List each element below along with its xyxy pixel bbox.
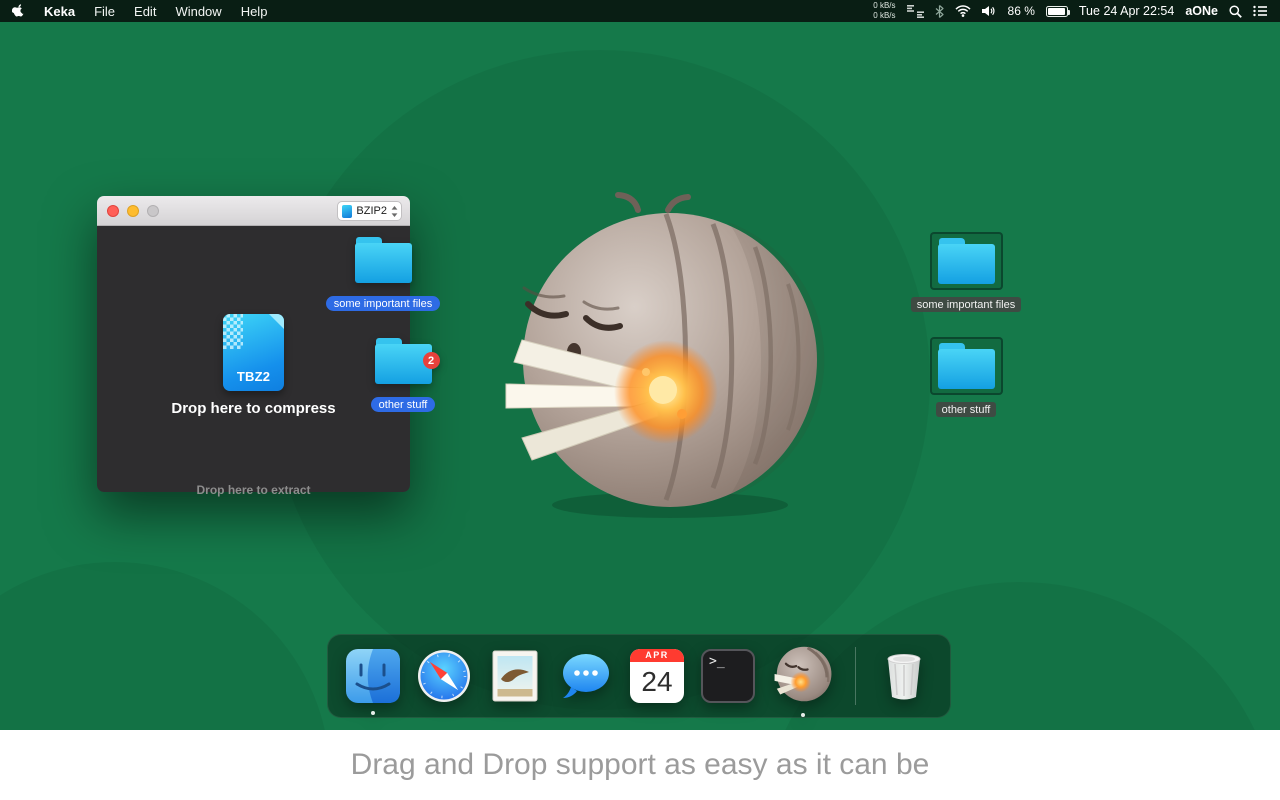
dock: APR 24 >_ [327, 634, 951, 718]
running-indicator [371, 711, 375, 715]
dock-messages-icon[interactable] [557, 647, 615, 705]
dragged-folder-other-stuff[interactable]: 2 other stuff [338, 338, 468, 412]
running-indicator [801, 713, 805, 717]
dock-safari-icon[interactable] [415, 647, 473, 705]
notification-center-icon[interactable] [1253, 5, 1268, 17]
format-select[interactable]: BZIP2 [337, 201, 402, 221]
network-graph-icon[interactable] [906, 4, 924, 18]
folder-icon [937, 238, 995, 284]
battery-percent: 86 % [1007, 4, 1035, 18]
menu-file[interactable]: File [94, 4, 115, 19]
minimize-button[interactable] [127, 205, 139, 217]
dock-separator [855, 647, 856, 705]
calendar-day: 24 [641, 666, 673, 697]
app-menu-keka[interactable]: Keka [44, 4, 75, 19]
background-circle [0, 562, 330, 730]
menu-window[interactable]: Window [175, 4, 221, 19]
dragged-folder-some-important-files[interactable]: some important files [318, 237, 448, 311]
bluetooth-icon[interactable] [935, 4, 944, 18]
folder-label: other stuff [935, 402, 997, 417]
desktop-screen: Keka File Edit Window Help 0 kB/s 0 kB/s [0, 0, 1280, 800]
volume-icon[interactable] [981, 5, 997, 17]
tbz2-file-type-label: TBZ2 [236, 369, 271, 384]
desktop-background: BZIP2 TBZ2 Drop here to compress Drop he… [0, 22, 1280, 730]
dock-keka-icon[interactable] [770, 641, 836, 717]
zoom-button [147, 205, 159, 217]
menu-edit[interactable]: Edit [134, 4, 156, 19]
selection-box [929, 232, 1003, 290]
network-speed-readout: 0 kB/s 0 kB/s [873, 1, 895, 21]
network-down-speed: 0 kB/s [873, 11, 896, 20]
wifi-icon[interactable] [954, 5, 971, 17]
selection-box [929, 337, 1003, 395]
menu-bar-user[interactable]: aONe [1185, 4, 1218, 18]
menu-help[interactable]: Help [241, 4, 268, 19]
caption-bar: Drag and Drop support as easy as it can … [0, 730, 1280, 800]
terminal-prompt-glyph: >_ [709, 654, 725, 669]
desktop-folder-other-stuff[interactable]: other stuff [904, 337, 1028, 417]
folder-label: some important files [910, 297, 1022, 312]
folder-icon [937, 343, 995, 389]
dock-trash-icon[interactable] [875, 647, 933, 705]
calendar-month: APR [630, 649, 684, 662]
dock-terminal-icon[interactable]: >_ [699, 647, 757, 705]
desktop-folder-some-important-files[interactable]: some important files [904, 232, 1028, 312]
drag-count-badge: 2 [422, 352, 440, 369]
tbz2-file-icon: TBZ2 [223, 314, 284, 391]
dock-mail-icon[interactable] [486, 647, 544, 705]
window-title-bar[interactable]: BZIP2 [97, 196, 410, 226]
close-button[interactable] [107, 205, 119, 217]
battery-icon [1045, 5, 1070, 17]
spotlight-search-icon[interactable] [1229, 4, 1242, 18]
drag-label: some important files [325, 296, 441, 311]
drag-label: other stuff [370, 397, 436, 412]
dock-calendar-icon[interactable]: APR 24 [628, 647, 686, 705]
network-up-speed: 0 kB/s [873, 1, 896, 10]
drop-to-extract-text: Drop here to extract [196, 483, 311, 497]
format-file-icon [342, 204, 353, 218]
apple-menu-icon[interactable] [12, 3, 25, 19]
format-select-value: BZIP2 [356, 205, 387, 217]
caption-text: Drag and Drop support as easy as it can … [350, 748, 930, 781]
folder-icon: 2 [374, 338, 440, 384]
chevron-up-down-icon [391, 205, 398, 217]
menu-bar: Keka File Edit Window Help 0 kB/s 0 kB/s [0, 0, 1280, 22]
menu-bar-clock[interactable]: Tue 24 Apr 22:54 [1079, 4, 1174, 18]
dock-finder-icon[interactable] [344, 647, 402, 715]
keka-mascot-illustration [505, 192, 825, 518]
folder-icon [354, 237, 412, 283]
